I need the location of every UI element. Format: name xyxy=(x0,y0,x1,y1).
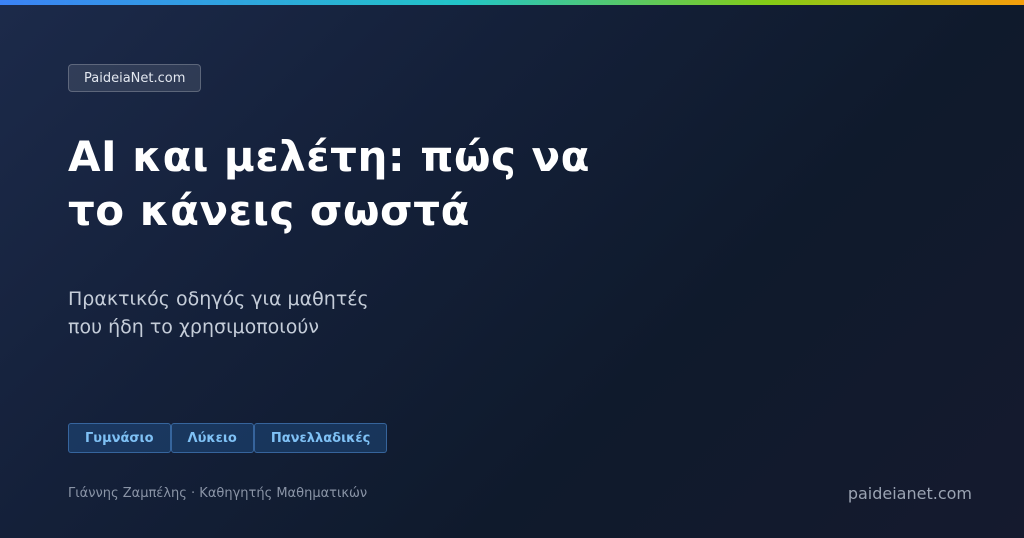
tag-list: Γυμνάσιο Λύκειο Πανελλαδικές xyxy=(68,423,388,453)
article-title-line-2: το κάνεις σωστά xyxy=(68,186,470,235)
article-subtitle: Πρακτικός οδηγός για μαθητές που ήδη το … xyxy=(68,285,568,341)
article-title-line-1: AI και μελέτη: πώς να xyxy=(68,132,591,181)
accent-top-bar xyxy=(0,0,1024,5)
tag-lykeio: Λύκειο xyxy=(170,423,254,453)
site-domain: paideianet.com xyxy=(847,484,972,503)
article-subtitle-line-2: που ήδη το χρησιμοποιούν xyxy=(68,316,319,338)
site-badge: PaideiaNet.com xyxy=(68,64,202,92)
article-subtitle-line-1: Πρακτικός οδηγός για μαθητές xyxy=(68,288,369,310)
tag-gymnasio: Γυμνάσιο xyxy=(68,423,171,453)
tag-panelladikes: Πανελλαδικές xyxy=(253,423,388,453)
author-byline: Γιάννης Ζαμπέλης · Καθηγητής Μαθηματικών xyxy=(68,486,368,501)
article-title: AI και μελέτη: πώς να το κάνεις σωστά xyxy=(68,130,688,238)
